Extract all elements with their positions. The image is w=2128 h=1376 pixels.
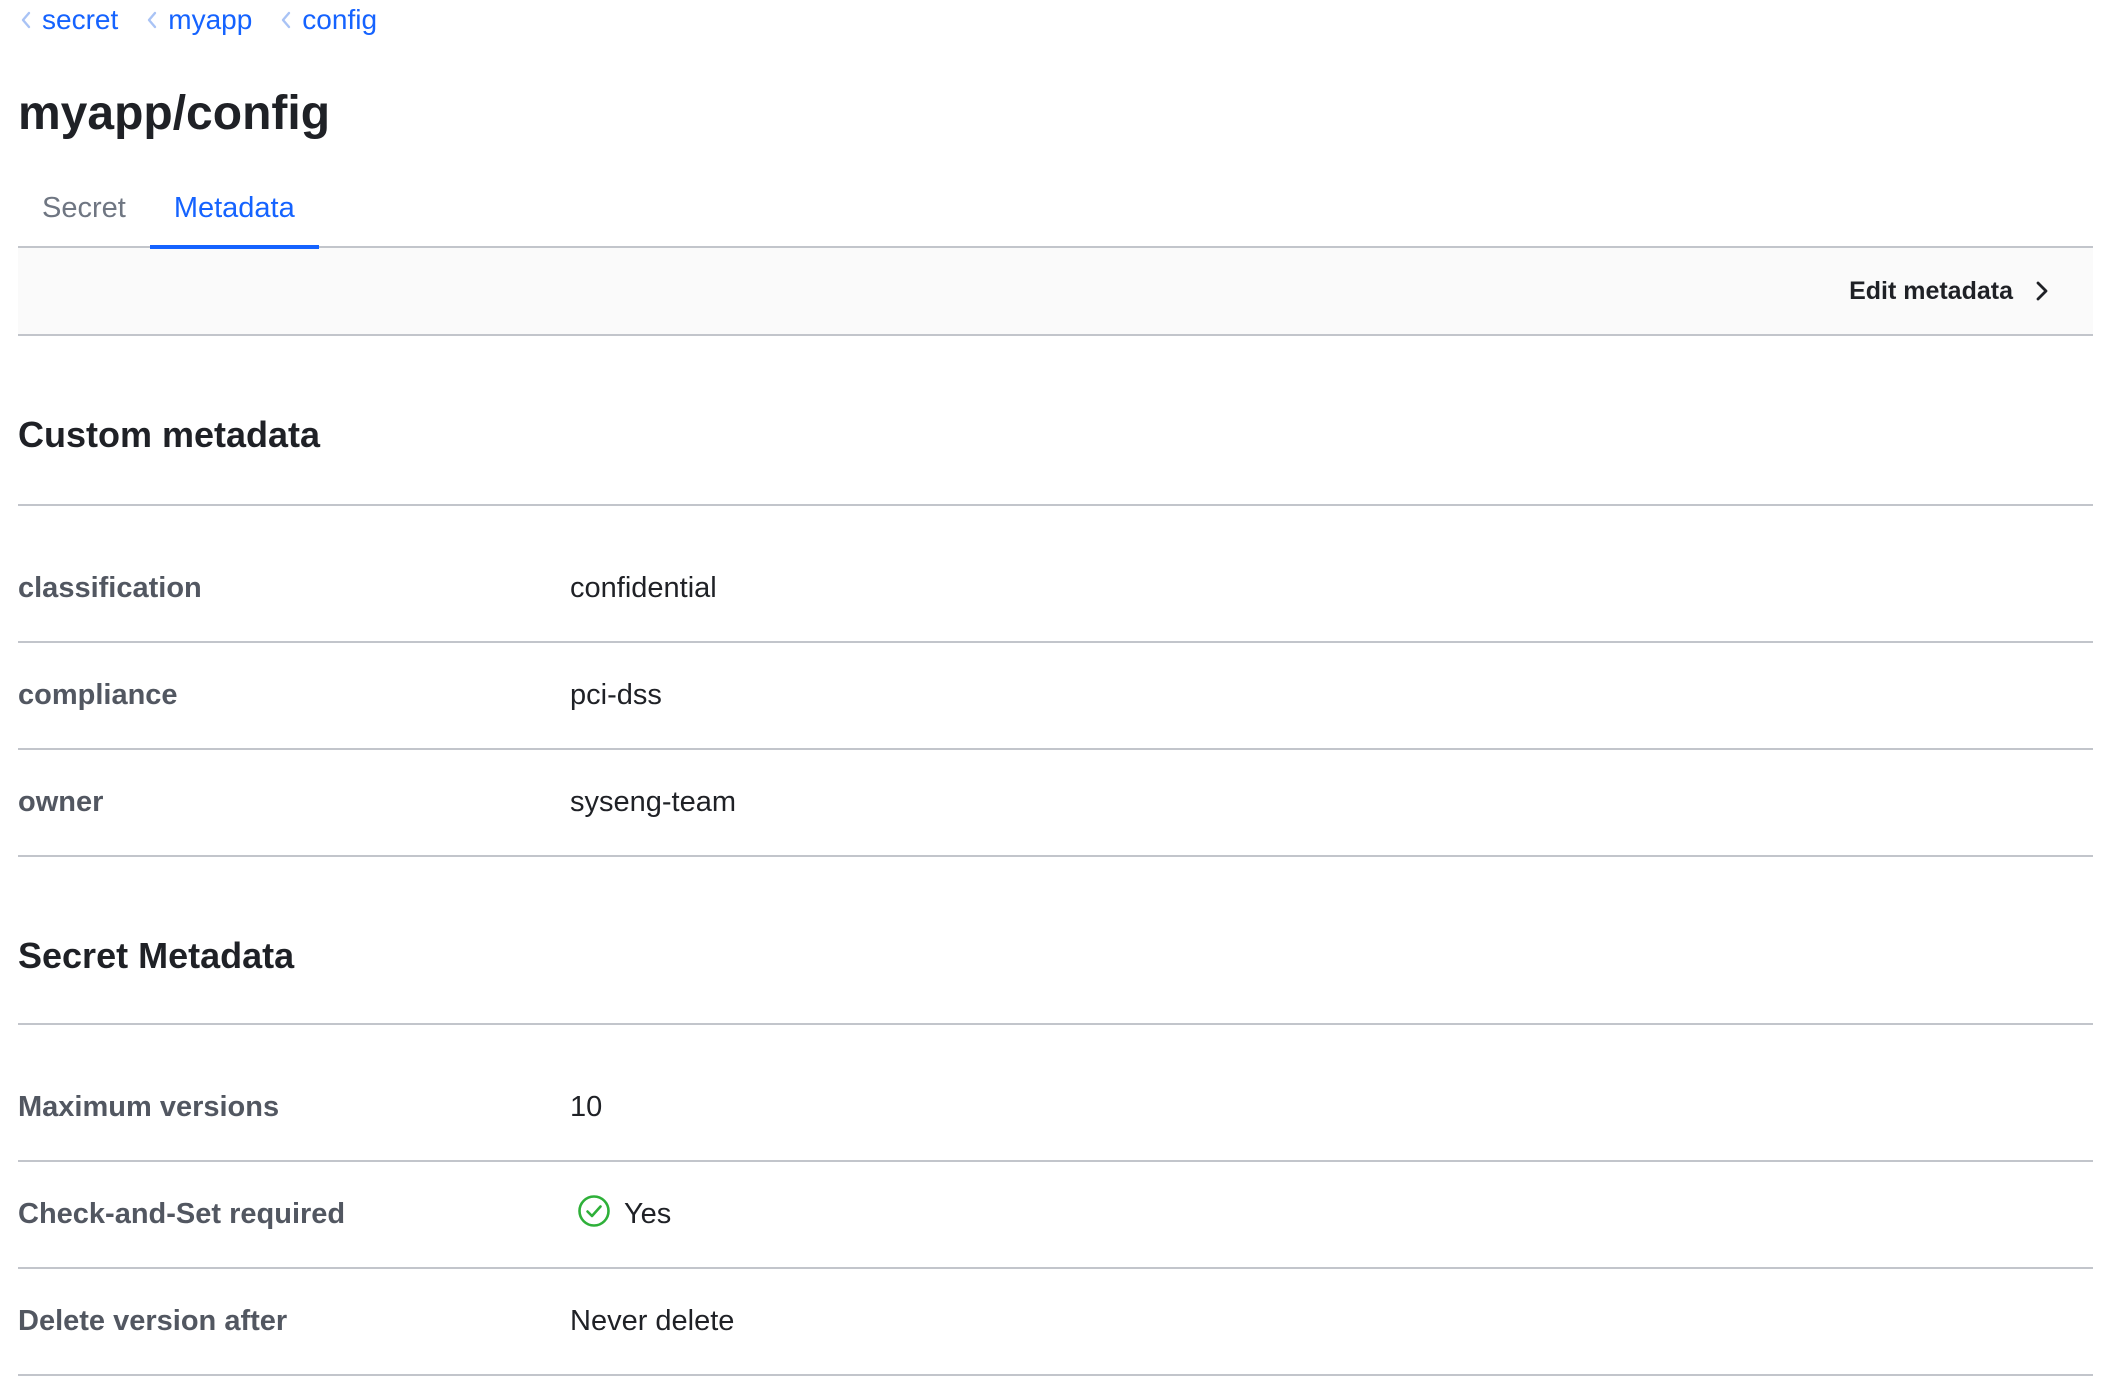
breadcrumb-label: myapp: [168, 4, 253, 35]
breadcrumb: secret myapp config: [18, 0, 2093, 40]
chevron-right-icon: [2036, 281, 2048, 301]
check-circle-icon: [578, 1195, 610, 1227]
metadata-value: pci-dss: [570, 678, 662, 711]
tab-metadata[interactable]: Metadata: [149, 176, 319, 249]
breadcrumb-item-myapp[interactable]: myapp: [144, 4, 252, 36]
metadata-row: Check-and-Set required Yes: [18, 1162, 2093, 1269]
metadata-row: classification confidential: [18, 536, 2093, 643]
metadata-value: confidential: [570, 571, 717, 604]
page: secret myapp config myapp/config Secret …: [18, 0, 2093, 1376]
breadcrumb-item-secret[interactable]: secret: [18, 4, 118, 36]
edit-metadata-button[interactable]: Edit metadata: [1849, 277, 2049, 306]
metadata-key: classification: [18, 571, 202, 604]
breadcrumb-label: secret: [42, 4, 119, 35]
metadata-value: 10: [570, 1090, 603, 1123]
metadata-row: Delete version after Never delete: [18, 1269, 2093, 1376]
metadata-value-with-icon: Yes: [570, 1195, 672, 1231]
metadata-value: syseng-team: [570, 785, 737, 818]
tab-bar: Secret Metadata: [18, 176, 2093, 249]
metadata-row: owner syseng-team: [18, 750, 2093, 857]
section-title: Custom metadata: [18, 366, 2093, 506]
metadata-value: Never delete: [570, 1304, 735, 1337]
tab-secret[interactable]: Secret: [18, 176, 150, 246]
chevron-left-icon: [21, 11, 31, 29]
metadata-key: Delete version after: [18, 1304, 288, 1337]
chevron-left-icon: [148, 11, 157, 29]
breadcrumb-label: config: [302, 4, 378, 35]
metadata-key: Maximum versions: [18, 1090, 280, 1123]
custom-metadata-section: Custom metadata classification confident…: [18, 366, 2093, 857]
metadata-row: Maximum versions 10: [18, 1055, 2093, 1162]
metadata-row: compliance pci-dss: [18, 643, 2093, 750]
metadata-value: Yes: [624, 1197, 672, 1230]
section-title: Secret Metadata: [18, 887, 2093, 1025]
metadata-key: Check-and-Set required: [18, 1197, 346, 1230]
chevron-left-icon: [282, 11, 291, 29]
secret-metadata-section: Secret Metadata Maximum versions 10 Chec…: [18, 887, 2093, 1376]
breadcrumb-item-config[interactable]: config: [278, 4, 377, 36]
metadata-key: compliance: [18, 678, 178, 711]
metadata-key: owner: [18, 785, 104, 818]
toolbar: Edit metadata: [18, 248, 2093, 336]
page-title: myapp/config: [18, 87, 331, 140]
edit-metadata-label: Edit metadata: [1849, 276, 2013, 305]
